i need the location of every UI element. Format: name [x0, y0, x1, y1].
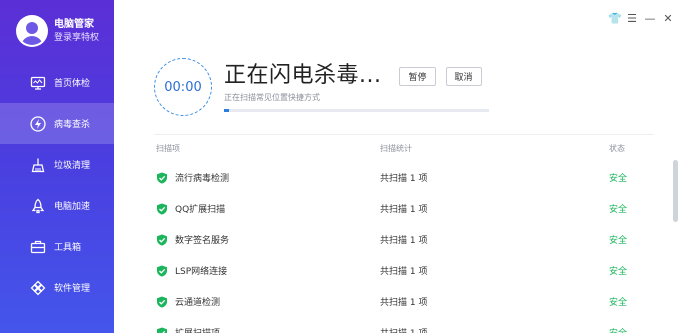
table-row: 云通道检测 共扫描 1 项 安全 [154, 286, 654, 317]
sidebar-item-label: 电脑加速 [54, 202, 91, 212]
scan-progress-bar [224, 109, 489, 112]
menu-icon[interactable]: ☰ [626, 12, 638, 25]
sidebar-item-speedup[interactable]: 电脑加速 [0, 185, 114, 226]
shield-check-icon [157, 172, 167, 183]
sidebar-item-label: 垃圾清理 [54, 161, 91, 171]
cancel-button[interactable]: 取消 [445, 66, 482, 86]
scan-progress-fill [224, 109, 230, 112]
sidebar: 电脑管家 登录享特权 首页体检 病毒查杀 垃圾清理 电脑加速 工具箱 软件管理 [0, 0, 114, 333]
shield-check-icon [157, 203, 167, 214]
scan-table: 扫描项 扫描统计 状态 流行病毒检测 共扫描 1 项安全 QQ扩展扫描 共扫描 1 项… [154, 134, 654, 333]
sidebar-item-label: 工具箱 [54, 243, 82, 253]
row-item-label: 数字签名服务 [175, 236, 230, 246]
row-status[interactable]: 安全 [609, 295, 627, 308]
sidebar-item-toolbox[interactable]: 工具箱 [0, 226, 114, 267]
main-panel: 👕 ☰ — ✕ 00:00 正在闪电杀毒... 暂停 取消 正在扫描常见位置快捷… [114, 0, 692, 333]
sidebar-item-label: 病毒查杀 [54, 120, 91, 130]
profile-name: 电脑管家 [54, 18, 94, 30]
sidebar-nav: 首页体检 病毒查杀 垃圾清理 电脑加速 工具箱 软件管理 [0, 62, 114, 308]
row-item-label: 扩展扫描项 [175, 326, 220, 333]
header-item: 扫描项 [156, 144, 180, 153]
profile[interactable]: 电脑管家 登录享特权 [0, 0, 114, 62]
sidebar-item-cleanup[interactable]: 垃圾清理 [0, 144, 114, 185]
scan-title: 正在闪电杀毒... [224, 63, 382, 88]
scan-subtitle: 正在扫描常见位置快捷方式 [224, 93, 320, 102]
row-stats: 共扫描 1 项 [380, 267, 428, 277]
row-status[interactable]: 安全 [609, 202, 627, 215]
rocket-icon [30, 198, 46, 214]
table-row: 数字签名服务 共扫描 1 项 安全 [154, 224, 654, 255]
shield-check-icon [157, 265, 167, 276]
shield-check-icon [157, 296, 167, 307]
monitor-icon [30, 75, 46, 91]
shield-check-icon [157, 234, 167, 245]
header-status: 状态 [609, 144, 625, 153]
table-header: 扫描项 扫描统计 状态 [154, 134, 654, 162]
minimize-icon[interactable]: — [644, 12, 656, 25]
toolbox-icon [30, 239, 46, 255]
header-stats: 扫描统计 [380, 144, 412, 153]
row-stats: 共扫描 1 项 [380, 174, 428, 184]
sidebar-item-label: 首页体检 [54, 79, 91, 89]
row-stats: 共扫描 1 项 [380, 236, 428, 246]
pause-button[interactable]: 暂停 [399, 66, 436, 86]
sidebar-item-label: 软件管理 [54, 284, 91, 294]
broom-icon [30, 157, 46, 173]
software-icon [30, 280, 46, 296]
window-controls: 👕 ☰ — ✕ [608, 12, 674, 25]
sidebar-item-checkup[interactable]: 首页体检 [0, 62, 114, 103]
row-item-label: 流行病毒检测 [175, 174, 230, 184]
row-item-label: 云通道检测 [175, 298, 221, 308]
scan-timer: 00:00 [154, 58, 212, 116]
login-link[interactable]: 登录享特权 [54, 32, 99, 45]
table-row: 扩展扫描项 共扫描 1 项 安全 [154, 317, 654, 333]
sidebar-item-virus-scan[interactable]: 病毒查杀 [0, 103, 114, 144]
row-stats: 共扫描 1 项 [380, 326, 427, 333]
avatar-icon[interactable] [16, 15, 48, 47]
app-window: 电脑管家 登录享特权 首页体检 病毒查杀 垃圾清理 电脑加速 工具箱 软件管理 … [0, 0, 692, 333]
shield-check-icon [157, 327, 167, 333]
table-row: QQ扩展扫描 共扫描 1 项 安全 [154, 193, 654, 224]
sidebar-item-software[interactable]: 软件管理 [0, 267, 114, 308]
table-row: 流行病毒检测 共扫描 1 项 安全 [154, 162, 654, 193]
close-icon[interactable]: ✕ [662, 12, 674, 25]
row-status[interactable]: 安全 [609, 264, 627, 277]
row-item-label: QQ扩展扫描 [175, 205, 226, 215]
row-status[interactable]: 安全 [609, 326, 627, 333]
table-row: LSP网络连接 共扫描 1 项 安全 [154, 255, 654, 286]
row-status[interactable]: 安全 [609, 233, 627, 246]
lightning-shield-icon [30, 115, 46, 132]
row-stats: 共扫描 1 项 [380, 205, 428, 215]
row-item-label: LSP网络连接 [175, 267, 228, 277]
scrollbar[interactable] [673, 160, 678, 222]
row-status[interactable]: 安全 [609, 171, 627, 184]
scan-header: 00:00 正在闪电杀毒... 暂停 取消 正在扫描常见位置快捷方式 [154, 58, 489, 116]
row-stats: 共扫描 1 项 [380, 298, 428, 308]
skin-icon[interactable]: 👕 [608, 12, 622, 25]
